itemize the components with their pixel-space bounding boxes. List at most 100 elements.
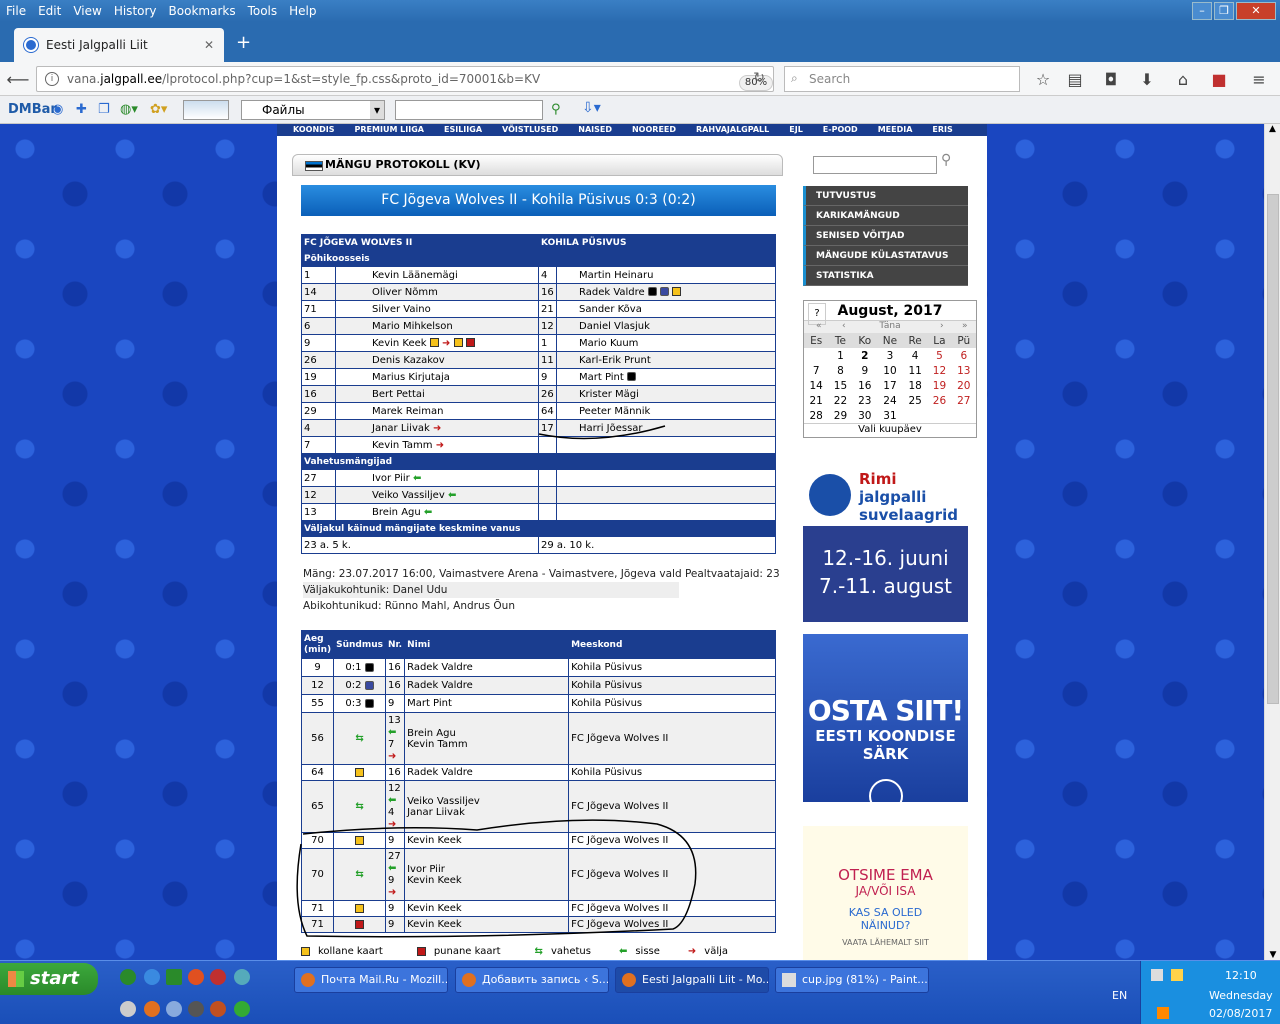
parents-banner[interactable]: OTSIME EMA JA/VÕI ISA KAS SA OLED NÄINUD?… xyxy=(803,826,968,960)
calendar-day[interactable]: 19 xyxy=(927,378,951,393)
magnifier-icon[interactable]: ⚲ xyxy=(551,102,561,117)
pocket-icon[interactable]: ◘ xyxy=(1100,67,1122,91)
nav-link[interactable]: NAISED xyxy=(578,124,612,136)
menu-view[interactable]: View xyxy=(73,4,101,18)
nav-link[interactable]: MEEDIA xyxy=(878,124,913,136)
calendar-day[interactable]: 20 xyxy=(952,378,976,393)
calendar-day[interactable]: 26 xyxy=(927,393,951,408)
calendar-day[interactable]: 22 xyxy=(828,393,852,408)
language-indicator[interactable]: EN xyxy=(1112,989,1127,1002)
nav-link[interactable]: ERIS xyxy=(932,124,952,136)
app-icon[interactable] xyxy=(166,1001,182,1017)
menu-help[interactable]: Help xyxy=(289,4,316,18)
calendar-day[interactable]: 25 xyxy=(903,393,927,408)
prev-month-button[interactable]: ‹ xyxy=(842,321,846,331)
calendar-day[interactable]: 16 xyxy=(853,378,877,393)
nav-link[interactable]: VÕISTLUSED xyxy=(502,124,558,136)
add-icon[interactable]: ✚ xyxy=(76,102,87,117)
app-icon[interactable] xyxy=(188,969,204,985)
settings-icon[interactable]: ✿▾ xyxy=(150,102,167,117)
menu-history[interactable]: History xyxy=(114,4,157,18)
calendar-day[interactable]: 9 xyxy=(853,363,877,378)
firefox-icon[interactable] xyxy=(144,1001,160,1017)
taskbar-item-add[interactable]: Добавить запись ‹ S... xyxy=(455,967,609,993)
reading-list-icon[interactable]: ▤ xyxy=(1064,67,1086,91)
tray-app-icon[interactable] xyxy=(1157,1007,1169,1019)
app-icon[interactable] xyxy=(210,1001,226,1017)
new-tab-icon[interactable]: + xyxy=(236,32,251,53)
download-arrow-icon[interactable]: ⇩▾ xyxy=(582,100,601,116)
taskbar-item-paint[interactable]: cup.jpg (81%) - Paint... xyxy=(775,967,929,993)
nav-link[interactable]: PREMIUM LIIGA xyxy=(355,124,424,136)
scroll-down-icon[interactable]: ▼ xyxy=(1265,950,1280,960)
nav-link[interactable]: NOOREED xyxy=(632,124,676,136)
media-icon[interactable] xyxy=(120,1001,136,1017)
reload-icon[interactable]: ↻ xyxy=(753,70,765,86)
maximize-button[interactable]: ❐ xyxy=(1214,2,1234,20)
sidebar-item-senised-voitjad[interactable]: SENISED VÕITJAD xyxy=(803,226,968,246)
calendar-day[interactable]: 7 xyxy=(804,363,828,378)
files-select[interactable]: Файлы ▾ xyxy=(241,100,385,120)
nav-link[interactable]: E-POOD xyxy=(823,124,858,136)
calendar-day[interactable]: 28 xyxy=(804,408,828,423)
calendar-day[interactable]: 27 xyxy=(952,393,976,408)
browser-tab[interactable]: Eesti Jalgpalli Liit ✕ xyxy=(14,28,224,62)
sidebar-item-statistika[interactable]: STATISTIKA xyxy=(803,266,968,286)
calendar-day[interactable]: 5 xyxy=(927,348,951,363)
next-year-button[interactable]: » xyxy=(962,321,968,331)
scroll-thumb[interactable] xyxy=(1267,194,1279,704)
jersey-banner[interactable]: OSTA SIIT! EESTI KOONDISE SÄRK xyxy=(803,634,968,813)
calendar-day[interactable]: 30 xyxy=(853,408,877,423)
sidebar-item-karikamangud[interactable]: KARIKAMÄNGUD xyxy=(803,206,968,226)
nav-link[interactable]: ESILIIGA xyxy=(444,124,482,136)
camp-banner[interactable]: Rimi jalgpalli suvelaagrid 12.-16. juuni 7… xyxy=(803,454,968,622)
download-icon[interactable]: ⬇ xyxy=(1136,67,1158,91)
calendar-day[interactable]: 8 xyxy=(828,363,852,378)
close-window-button[interactable]: ✕ xyxy=(1236,2,1276,20)
globe-icon[interactable]: ◍▾ xyxy=(120,102,138,117)
nav-link[interactable]: KOONDIS xyxy=(293,124,335,136)
addon-icon[interactable]: ■ xyxy=(1208,67,1230,91)
calendar-day[interactable]: 4 xyxy=(903,348,927,363)
search-input[interactable]: ⌕ Search xyxy=(784,66,1020,92)
calendar-day[interactable]: 23 xyxy=(853,393,877,408)
calendar-day[interactable]: 11 xyxy=(903,363,927,378)
calendar-day[interactable]: 10 xyxy=(877,363,903,378)
calendar-day[interactable]: 6 xyxy=(952,348,976,363)
ad-link[interactable]: VAATA LÄHEMALT SIIT xyxy=(803,938,968,947)
calendar-day[interactable]: 14 xyxy=(804,378,828,393)
menu-edit[interactable]: Edit xyxy=(38,4,61,18)
today-button[interactable]: Täna xyxy=(879,321,900,331)
search-icon[interactable]: ⚲ xyxy=(941,152,951,168)
network-icon[interactable] xyxy=(1151,969,1163,981)
ie-icon[interactable] xyxy=(144,969,160,985)
calendar-day[interactable]: 1 xyxy=(828,348,852,363)
sidebar-item-tutvustus[interactable]: TUTVUSTUS xyxy=(803,186,968,206)
taskbar-item-mail[interactable]: Почта Mail.Ru - Mozill... xyxy=(294,967,448,993)
scroll-up-icon[interactable]: ▲ xyxy=(1265,124,1280,134)
dm-search-input[interactable] xyxy=(395,100,543,120)
back-icon[interactable]: ⟵ xyxy=(6,67,30,91)
calendar-day[interactable]: 13 xyxy=(952,363,976,378)
calendar-footer[interactable]: Vali kuupäev xyxy=(804,423,976,437)
app-icon[interactable] xyxy=(234,1001,250,1017)
start-button[interactable]: start xyxy=(0,963,98,995)
dm-button[interactable] xyxy=(183,100,229,120)
calendar-day[interactable]: 18 xyxy=(903,378,927,393)
calendar-day[interactable]: 12 xyxy=(927,363,951,378)
calendar-day[interactable]: 21 xyxy=(804,393,828,408)
calendar-day[interactable]: 29 xyxy=(828,408,852,423)
minimize-button[interactable]: – xyxy=(1192,2,1212,20)
prev-year-button[interactable]: « xyxy=(816,321,822,331)
calendar-day[interactable]: 2 xyxy=(853,348,877,363)
calendar-day[interactable]: 24 xyxy=(877,393,903,408)
next-month-button[interactable]: › xyxy=(940,321,944,331)
quicklaunch-icon[interactable] xyxy=(120,969,136,985)
windows-icon[interactable]: ❐ xyxy=(98,102,110,117)
hamburger-menu-icon[interactable]: ≡ xyxy=(1248,67,1270,91)
menu-bookmarks[interactable]: Bookmarks xyxy=(169,4,236,18)
calendar-day[interactable]: 15 xyxy=(828,378,852,393)
chat-icon[interactable]: ◉ xyxy=(52,102,63,117)
calendar-day[interactable]: 17 xyxy=(877,378,903,393)
app-icon[interactable] xyxy=(234,969,250,985)
